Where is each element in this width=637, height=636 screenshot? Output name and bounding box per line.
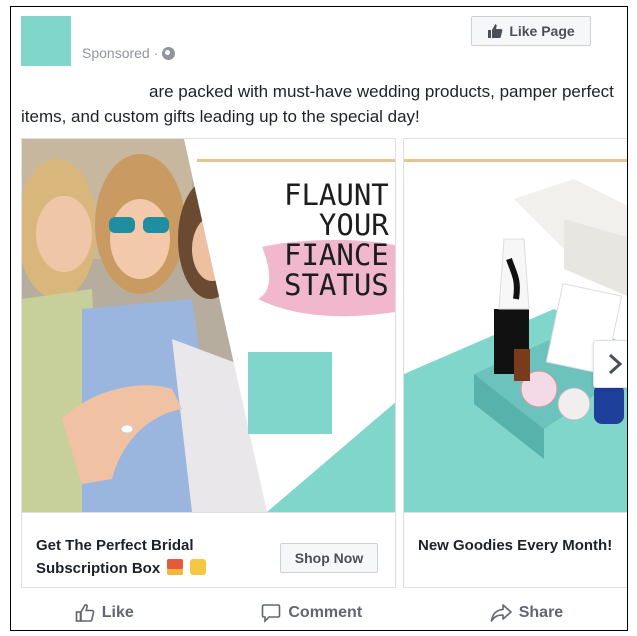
chevron-right-icon [608,353,623,375]
sponsored-label: Sponsored · [82,45,176,61]
ad-post: Sponsored · Like Page are packed with mu… [10,6,628,631]
card-1-footer: Get The Perfect Bridal Subscription Box … [22,512,395,587]
page-avatar[interactable] [21,16,71,66]
sponsored-text: Sponsored · [82,45,159,61]
carousel-next-button[interactable] [593,340,627,388]
post-text: are packed with must-have wedding produc… [21,79,617,129]
action-bar: Like Comment Share [11,597,627,629]
card-1-title-line2: Subscription Box [36,560,161,577]
card-2-image[interactable] [404,139,627,512]
shop-now-button[interactable]: Shop Now [280,543,378,573]
ring-icon [189,559,206,575]
comment-label: Comment [288,604,363,621]
card-1-title-line1: Get The Perfect Bridal [36,537,194,554]
subscription-box-photo [404,139,627,512]
headline-line: STATUS [284,268,389,302]
share-label: Share [518,604,564,621]
gift-icon [167,559,184,575]
comment-icon [262,604,281,623]
card-1-image[interactable]: FLAUNT YOUR FIANCE STATUS [22,139,395,512]
like-page-button[interactable]: Like Page [471,16,591,46]
share-button[interactable]: Share [490,603,563,623]
globe-icon [162,46,176,60]
share-arrow-icon [490,604,512,622]
card-2-footer: New Goodies Every Month! [404,512,627,587]
image-headline: FLAUNT YOUR FIANCE STATUS [284,180,389,300]
card-1-title-line2-wrap: Subscription Box [36,557,266,580]
headline-line: FLAUNT [284,178,389,212]
like-page-label: Like Page [509,23,575,39]
like-button[interactable]: Like [75,603,134,623]
thumbs-up-icon [488,24,503,38]
card-1-title[interactable]: Get The Perfect Bridal Subscription Box [36,534,266,580]
comment-button[interactable]: Comment [261,603,362,623]
headline-line: FIANCE [284,238,389,272]
thumbs-up-outline-icon [75,604,95,622]
card-2-title[interactable]: New Goodies Every Month! [418,534,627,557]
carousel-card-1[interactable]: FLAUNT YOUR FIANCE STATUS Get The Perfec… [21,138,396,588]
headline-line: YOUR [318,208,389,242]
post-body: are packed with must-have wedding produc… [21,82,614,126]
like-label: Like [101,604,134,621]
